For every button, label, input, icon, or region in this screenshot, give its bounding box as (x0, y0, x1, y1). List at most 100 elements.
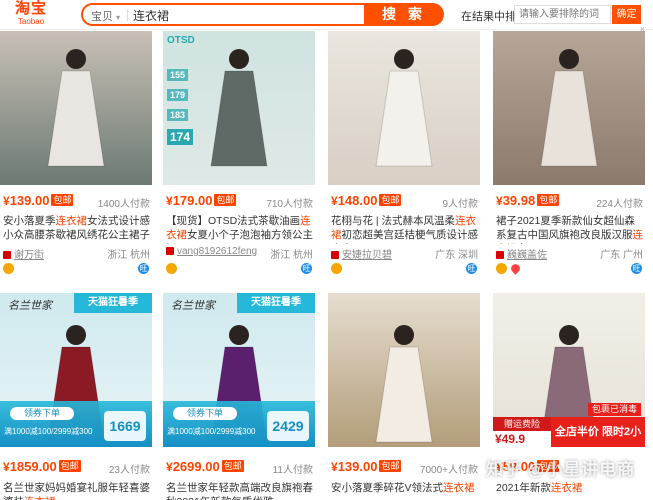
free-shipping-tag: 包邮 (214, 194, 237, 206)
shop-name-link[interactable]: vang8192612feng (177, 246, 257, 257)
chevron-down-icon: ▾ (116, 13, 121, 22)
free-shipping-tag: 包邮 (379, 194, 402, 206)
search-input[interactable] (133, 7, 338, 23)
search-header: 淘宝 Taobao 宝贝▾ 搜 索 在结果中排除 确定 × (0, 0, 653, 34)
promo-disinfected-tag: 包裹已消毒 (587, 403, 641, 416)
price-row: ¥148.00 包邮 9人付款 (331, 193, 478, 210)
product-title-link[interactable]: 安小落夏季碎花V领法式连衣裙 (331, 481, 478, 500)
badge-row: 旺 (331, 263, 478, 275)
wangwang-chat-icon[interactable]: 旺 (631, 263, 642, 274)
size-tag: 174 (167, 129, 194, 145)
product-image[interactable]: 名兰世家 天猫狂暑季 领券下单 满1000减100/2999减300 2429 (163, 293, 315, 447)
search-button[interactable]: 搜 索 (364, 3, 444, 26)
badge-row: 旺 (166, 263, 313, 275)
size-tag: 183 (167, 109, 189, 121)
product-title-link[interactable]: 名兰世家妈妈婚宴礼服年轻喜婆婆装连衣裙 (3, 481, 150, 500)
crown-icon (331, 263, 342, 274)
brand-logo: 名兰世家 (171, 299, 215, 312)
product-title-link[interactable]: 【现货】OTSD法式茶歇油画连衣裙女夏小个子泡泡袖方领公主裙子 (166, 214, 313, 244)
currency-symbol: ¥ (166, 460, 173, 474)
coupon-button[interactable]: 领券下单 (173, 407, 237, 420)
product-title-link[interactable]: 2021年新款连衣裙 (496, 481, 643, 500)
sales-count: 9人付款 (442, 199, 478, 210)
product-card[interactable]: 名兰世家 天猫狂暑季 领券下单 满1000减100/2999减300 2429 ¥2699… (163, 293, 315, 500)
product-image[interactable] (0, 31, 152, 185)
shop-name-link[interactable]: 巍巍盖佐 (507, 250, 547, 261)
price-row: ¥1859.00 包邮 23人付款 (3, 459, 150, 476)
currency-symbol: ¥ (331, 460, 338, 474)
crown-icon (166, 263, 177, 274)
shop-location: 浙江 杭州 (270, 250, 313, 261)
product-title-link[interactable]: 安小落夏季连衣裙女法式设计感小众高腰茶歇裙风绣花公主裙子 (3, 214, 150, 244)
product-card[interactable]: 名兰世家 天猫狂暑季 领券下单 满1000减100/2999减300 1669 ¥1859… (0, 293, 152, 500)
coupon-bar: 领券下单 满1000减100/2999减300 2429 (163, 401, 315, 447)
model-photo (540, 49, 598, 167)
badge-row: 旺 (3, 263, 150, 275)
wangwang-chat-icon[interactable]: 旺 (301, 263, 312, 274)
price-row: ¥139.00 包邮 1400人付款 (3, 193, 150, 210)
brand-logo: 名兰世家 (8, 299, 52, 312)
zhihu-watermark: 知乎 @小星讲电商 (486, 460, 636, 479)
shop-row: 安婕拉贝碧 广东 深圳 (331, 246, 478, 261)
wangwang-chat-icon[interactable]: 旺 (466, 263, 477, 274)
free-shipping-tag: 包邮 (58, 460, 81, 472)
shop-location: 广东 广州 (600, 250, 643, 261)
product-image[interactable] (328, 31, 480, 185)
confirm-button[interactable]: 确定 (612, 5, 641, 24)
sales-count: 7000+人付款 (419, 465, 478, 476)
coupon-button[interactable]: 领券下单 (10, 407, 74, 420)
promo-banner: 名兰世家 天猫狂暑季 (163, 293, 315, 317)
product-image[interactable]: 赠运费险¥49.9 全店半价 限时2小时包裹已消毒 (493, 293, 645, 447)
price-row: ¥39.98 包邮 224人付款 (496, 193, 643, 210)
product-title-link[interactable]: 花栩与花 | 法式赫本风温柔连衣裙初恋超美宫廷桔梗气质设计感小众 (331, 214, 478, 244)
shop-row: 谢万街 浙江 杭州 (3, 246, 150, 261)
taobao-logo[interactable]: 淘宝 Taobao (12, 1, 50, 29)
model-photo (375, 325, 433, 443)
keyword-highlight: 连衣裙 (550, 482, 583, 494)
tmall-summer-badge: 天猫狂暑季 (74, 293, 152, 313)
product-image[interactable] (493, 31, 645, 185)
sales-count: 710人付款 (266, 199, 313, 210)
price: 2699.00 (172, 459, 220, 474)
shop-icon (166, 247, 174, 255)
size-tag: 179 (167, 89, 189, 101)
wangwang-chat-icon[interactable]: 旺 (138, 263, 149, 274)
shop-icon (496, 251, 504, 259)
coupon-text: 满1000减100/2999减300 (167, 427, 256, 436)
image-brand-label: OTSD (167, 35, 195, 46)
search-type-select[interactable]: 宝贝 ▾ (91, 8, 120, 24)
free-shipping-tag: 包邮 (379, 460, 402, 472)
crown-icon (3, 263, 14, 274)
keyword-highlight: 连衣裙 (166, 215, 311, 241)
currency-symbol: ¥ (496, 194, 503, 208)
price: 139.00 (337, 459, 378, 474)
product-title-link[interactable]: 名兰世家年轻款高端改良旗袍春秋2021年新款气质优雅 (166, 481, 313, 500)
price-row: ¥139.00 包邮 7000+人付款 (331, 459, 478, 476)
product-card[interactable]: ¥139.00 包邮 1400人付款安小落夏季连衣裙女法式设计感小众高腰茶歇裙风绣花… (0, 31, 152, 275)
shop-name-link[interactable]: 安婕拉贝碧 (342, 250, 392, 261)
search-box: 宝贝 ▾ (81, 3, 385, 26)
shop-name-link[interactable]: 谢万街 (14, 250, 44, 261)
product-card[interactable]: ¥139.00 包邮 7000+人付款安小落夏季碎花V领法式连衣裙 (328, 293, 480, 500)
keyword-highlight: 连衣裙 (496, 229, 643, 244)
product-card[interactable]: OTSD 155 179 183 174 ¥179.00 包邮 710人付款 【现货】OTSD法… (163, 31, 315, 275)
product-card[interactable]: ¥39.98 包邮 224人付款裙子2021夏季新款仙女超仙森系复古中国风旗袍改良版… (493, 31, 645, 275)
product-card[interactable]: ¥148.00 包邮 9人付款 花栩与花 | 法式赫本风温柔连衣裙初恋超美宫廷桔梗气质… (328, 31, 480, 275)
currency-symbol: ¥ (3, 194, 10, 208)
price: 139.00 (9, 193, 50, 208)
product-image[interactable] (328, 293, 480, 447)
exclude-input[interactable] (514, 5, 611, 24)
promo-price: ¥49.9 (495, 432, 526, 446)
price: 39.98 (502, 193, 536, 208)
crown-icon (496, 263, 507, 274)
product-title-link[interactable]: 裙子2021夏季新款仙女超仙森系复古中国风旗袍改良版汉服连衣裙女 (496, 214, 643, 244)
shop-row: 巍巍盖佐 广东 广州 (496, 246, 643, 261)
product-image[interactable]: OTSD 155 179 183 174 (163, 31, 315, 185)
shop-row: vang8192612feng 浙江 杭州 (166, 246, 313, 261)
model-photo (47, 49, 105, 167)
shop-location: 广东 深圳 (435, 250, 478, 261)
sales-count: 11人付款 (272, 465, 313, 476)
product-image[interactable]: 名兰世家 天猫狂暑季 领券下单 满1000减100/2999减300 1669 (0, 293, 152, 447)
free-shipping-tag: 包邮 (537, 194, 560, 206)
promo-bar: 赠运费险¥49.9 全店半价 限时2小时包裹已消毒 (493, 403, 645, 447)
